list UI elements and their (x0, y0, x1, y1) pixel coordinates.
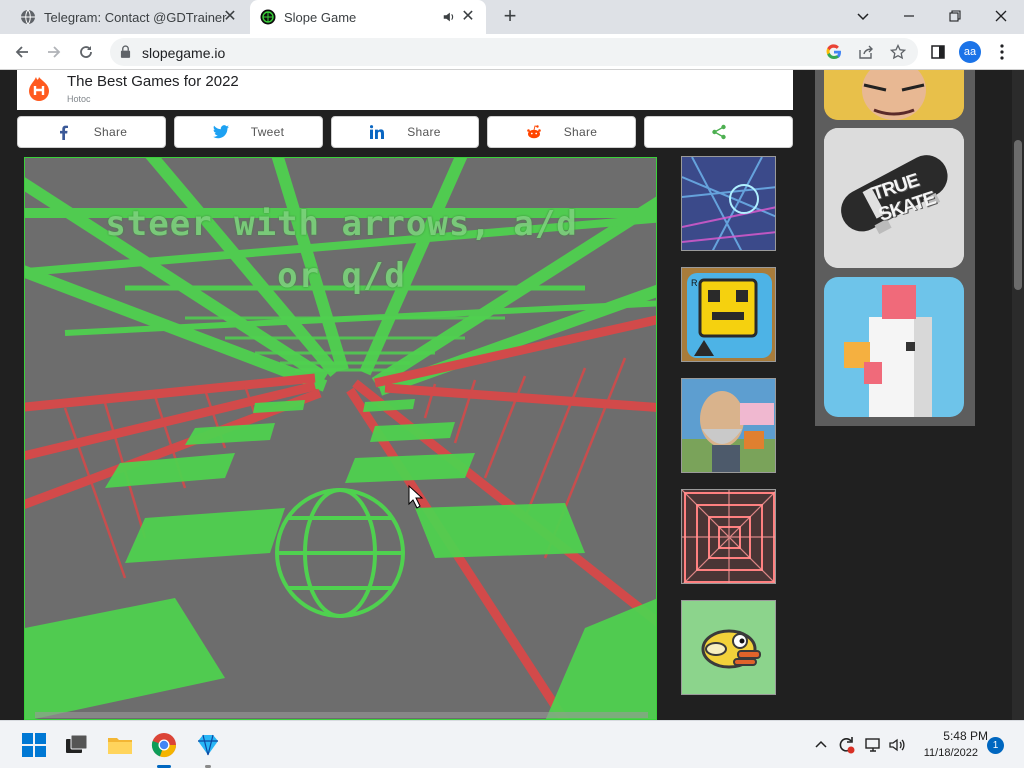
close-window-button[interactable] (978, 0, 1024, 32)
notification-badge[interactable]: 1 (987, 737, 1004, 754)
side-panel-icon[interactable] (926, 40, 950, 64)
tweet-label: Tweet (250, 125, 285, 139)
browser-toolbar: slopegame.io aa (0, 34, 1024, 70)
happy-wheels-thumb[interactable] (681, 378, 776, 473)
restore-button[interactable] (932, 0, 978, 32)
close-tab-icon[interactable]: ✕ (222, 9, 238, 25)
tunnel-rush-thumb[interactable] (681, 489, 776, 584)
tab-title: Slope Game (284, 9, 357, 25)
linkedin-icon (369, 124, 385, 140)
globe-icon (21, 9, 35, 25)
volume-icon[interactable] (888, 736, 906, 754)
speaker-icon[interactable] (442, 10, 456, 24)
web-page: The Best Games for 2022 Hotoc Share Twee… (0, 70, 1024, 720)
share-label: Share (563, 125, 598, 139)
share-page-icon[interactable] (858, 44, 874, 60)
windows-start-icon[interactable] (20, 731, 48, 759)
profile-avatar[interactable]: aa (958, 40, 982, 64)
lock-icon[interactable] (120, 45, 131, 58)
reload-icon[interactable] (74, 40, 98, 64)
hotoc-logo-icon (29, 77, 49, 101)
slope-game-canvas[interactable]: steer with arrows, a/d or q/d (24, 157, 657, 720)
slope-thumb[interactable] (681, 156, 776, 251)
avatar: aa (959, 41, 981, 63)
linkedin-share-button[interactable]: Share (331, 116, 479, 148)
windows-taskbar: 5:48 PM 11/18/2022 1 (0, 720, 1024, 768)
task-view-icon[interactable] (62, 731, 90, 759)
anime-thumb[interactable] (824, 70, 964, 120)
page-subtitle: Hotoc (67, 94, 91, 104)
share-label: Share (93, 125, 128, 139)
address-bar[interactable]: slopegame.io (110, 38, 918, 66)
tab-search-icon[interactable] (840, 0, 886, 32)
share-nodes-icon (711, 124, 727, 140)
new-tab-button[interactable]: + (498, 5, 522, 29)
page-scrollbar[interactable] (1012, 70, 1024, 720)
chrome-icon[interactable] (150, 731, 178, 759)
clock-time[interactable]: 5:48 PM (918, 729, 988, 743)
sync-icon[interactable] (836, 735, 856, 755)
tab-telegram[interactable]: Telegram: Contact @GDTrainer ✕ (0, 0, 248, 34)
slope-favicon-icon (260, 9, 276, 25)
url-text: slopegame.io (142, 45, 226, 61)
facebook-icon (56, 124, 72, 140)
facebook-share-button[interactable]: Share (17, 116, 166, 148)
diamond-app-icon[interactable] (194, 731, 222, 759)
minimize-button[interactable] (886, 0, 932, 32)
true-skate-thumb[interactable]: TRUE SKATE (824, 128, 964, 268)
svg-text:R: R (691, 278, 698, 288)
tab-title: Telegram: Contact @GDTrainer (44, 9, 227, 25)
chevron-up-icon[interactable] (814, 738, 828, 752)
clock-date[interactable]: 11/18/2022 (908, 747, 978, 759)
game-header: The Best Games for 2022 Hotoc (17, 70, 793, 110)
generic-share-button[interactable] (644, 116, 793, 148)
geometry-dash-thumb[interactable]: R (681, 267, 776, 362)
back-arrow-icon[interactable] (10, 40, 34, 64)
crossy-road-thumb[interactable] (824, 277, 964, 417)
featured-games-panel: TRUE SKATE (815, 70, 975, 426)
reddit-icon (526, 124, 542, 140)
close-tab-icon[interactable]: ✕ (460, 9, 476, 25)
kebab-menu-icon[interactable] (990, 40, 1014, 64)
twitter-icon (212, 124, 229, 140)
flappy-bird-thumb[interactable] (681, 600, 776, 695)
scrollbar-thumb[interactable] (1014, 140, 1022, 290)
network-icon[interactable] (864, 736, 882, 754)
instruction-line-2: or q/d (277, 256, 406, 296)
twitter-share-button[interactable]: Tweet (174, 116, 323, 148)
game-instructions: steer with arrows, a/d or q/d (25, 198, 656, 302)
file-explorer-icon[interactable] (106, 731, 134, 759)
page-title: The Best Games for 2022 (67, 73, 239, 90)
tab-slope-game[interactable]: Slope Game ✕ (250, 0, 486, 34)
share-label: Share (407, 125, 441, 139)
bookmark-star-icon[interactable] (890, 44, 906, 60)
forward-arrow-icon[interactable] (42, 40, 66, 64)
instruction-line-1: steer with arrows, a/d (105, 204, 578, 244)
browser-tab-strip: Telegram: Contact @GDTrainer ✕ Slope Gam… (0, 0, 1024, 34)
google-icon[interactable] (826, 44, 842, 60)
reddit-share-button[interactable]: Share (487, 116, 636, 148)
